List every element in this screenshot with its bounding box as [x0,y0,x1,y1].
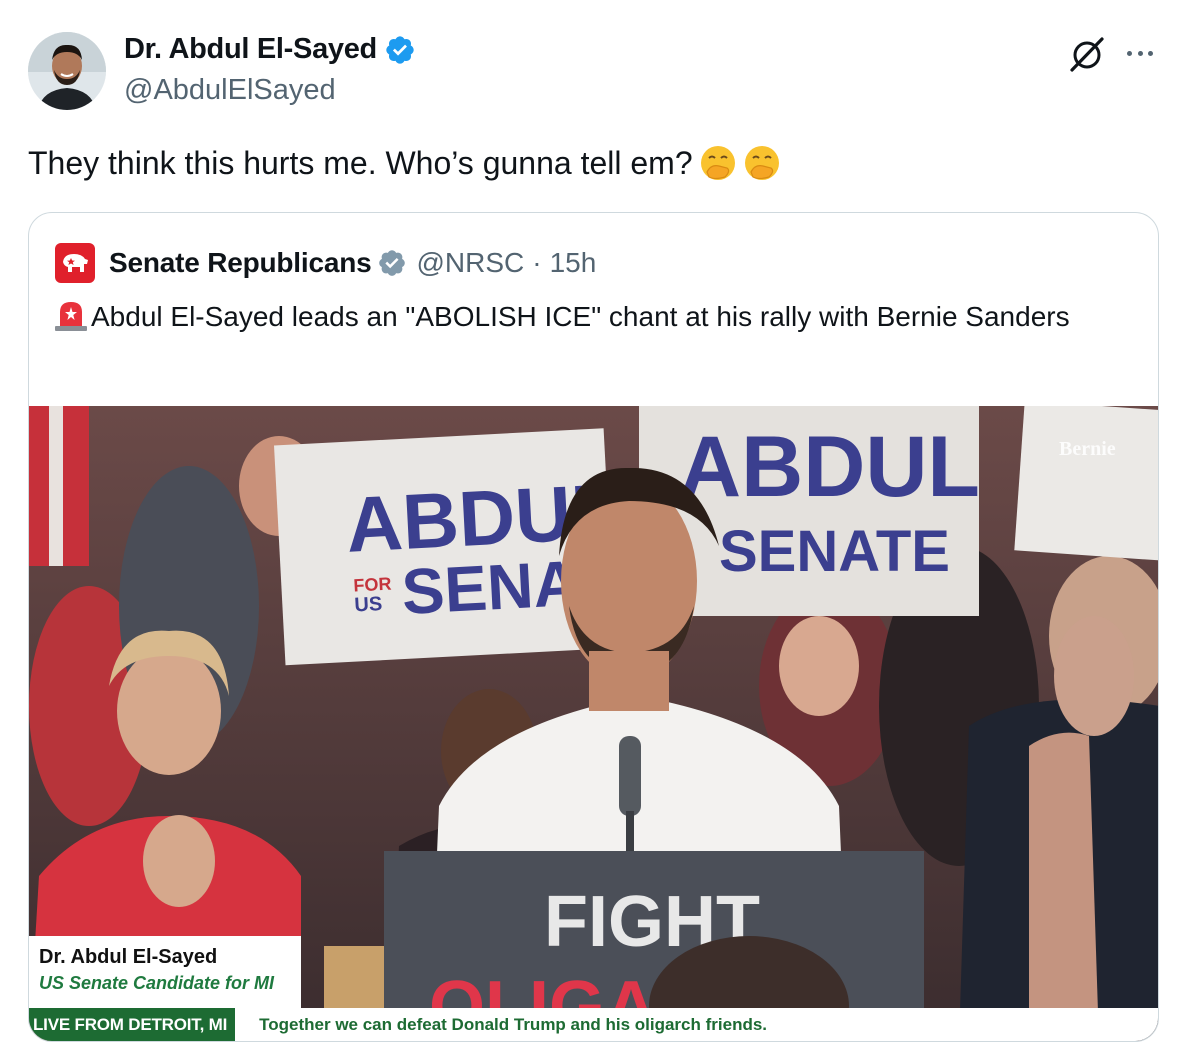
author-display-name[interactable]: Dr. Abdul El-Sayed [124,33,377,66]
government-verified-badge-icon[interactable] [377,248,407,278]
hand-over-mouth-emoji-icon [743,144,781,182]
quoted-tweet-text: Abdul El-Sayed leads an "ABOLISH ICE" ch… [53,297,1113,337]
quoted-handle[interactable]: @NRSC [416,247,524,279]
ticker-message: Together we can defeat Donald Trump and … [259,1015,768,1034]
quoted-tweet-card[interactable]: Senate Republicans @NRSC · 15h Abdul El-… [28,212,1159,1042]
grok-icon[interactable] [1067,34,1107,74]
quoted-tweet-body: Abdul El-Sayed leads an "ABOLISH ICE" ch… [91,301,1070,332]
quoted-timestamp[interactable]: 15h [550,247,597,279]
quoted-tweet-header: Senate Republicans @NRSC · 15h [55,243,596,283]
sign-senate-right: SENATE [719,519,950,584]
nrsc-elephant-logo-icon[interactable] [55,243,95,283]
separator-dot: · [532,247,542,278]
lower-third-name: Dr. Abdul El-Sayed [39,946,218,968]
author-avatar[interactable] [28,32,106,110]
sign-for-left: FOR [353,574,392,596]
tweet-text: They think this hurts me. Who’s gunna te… [28,143,781,183]
more-options-icon[interactable] [1123,38,1157,68]
ticker-live-label: LIVE FROM DETROIT, MI [29,1008,236,1041]
sign-us-left: US [354,593,383,616]
author-handle[interactable]: @AbdulElSayed [124,74,336,107]
news-ticker: LIVE FROM DETROIT, MI Together we can de… [29,1008,1158,1041]
bernie-watermark: Bernie [1059,438,1116,460]
lower-third-title: US Senate Candidate for MI [39,973,275,993]
quoted-video-media[interactable]: ABDUL FOR US SENATE ABDUL SENATE FIGHT O… [29,406,1158,1041]
author-name[interactable]: Dr. Abdul El-Sayed [124,33,416,66]
sign-abdul-right: ABDUL [679,419,980,515]
tweet-body: They think this hurts me. Who’s gunna te… [28,145,693,181]
hand-over-mouth-emoji-icon [699,144,737,182]
siren-emoji-icon [53,298,89,332]
quoted-display-name[interactable]: Senate Republicans [109,247,372,279]
verified-badge-icon[interactable] [384,34,416,66]
lower-third: Dr. Abdul El-Sayed US Senate Candidate f… [29,936,301,1008]
